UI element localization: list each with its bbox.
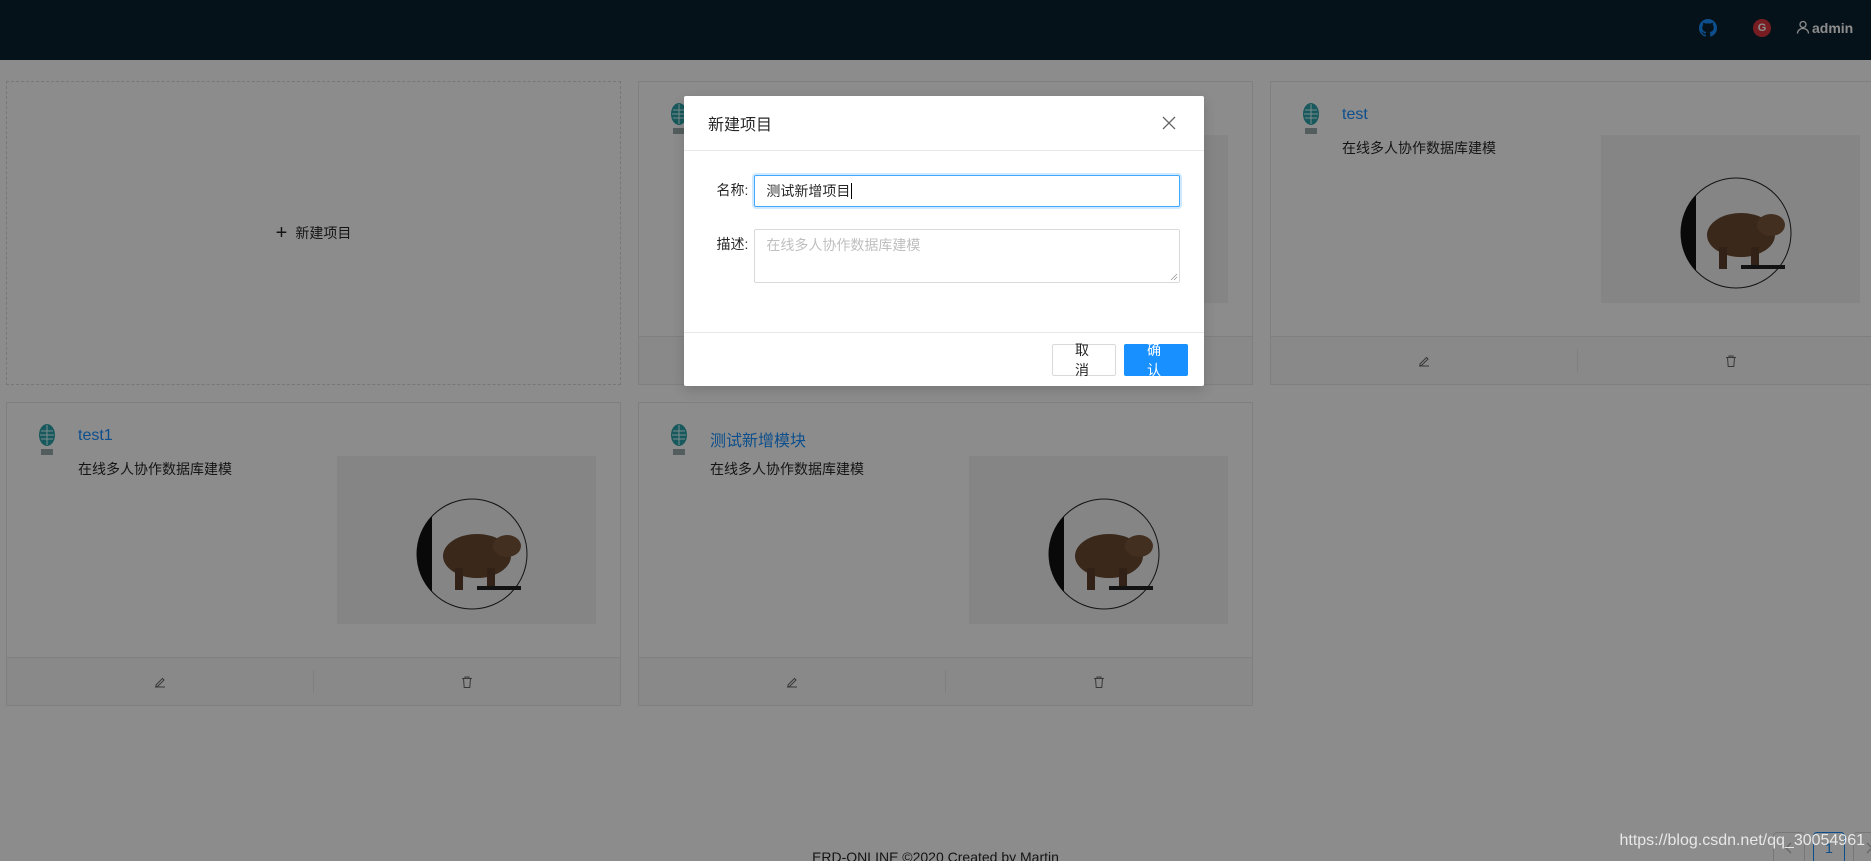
description-placeholder: 在线多人协作数据库建模 [766,237,921,253]
cancel-button[interactable]: 取 消 [1052,342,1116,378]
resize-handle-icon[interactable] [1170,273,1178,281]
confirm-button[interactable]: 确 认 [1124,342,1188,378]
name-input-value: 测试新增项目 [766,183,851,199]
description-label: 描述: [716,236,749,252]
close-icon[interactable] [1158,112,1180,134]
name-label: 名称: [716,182,749,198]
description-textarea[interactable]: 在线多人协作数据库建模 [754,229,1180,283]
watermark-text: https://blog.csdn.net/qq_30054961 [1619,832,1865,849]
name-input[interactable]: 测试新增项目 [754,175,1180,207]
modal-title: 新建项目 [708,117,773,134]
new-project-modal: 新建项目 名称: 测试新增项目 描述: 在线多人协作数据库建模 取 消 确 认 [684,96,1204,386]
text-caret [851,183,853,199]
